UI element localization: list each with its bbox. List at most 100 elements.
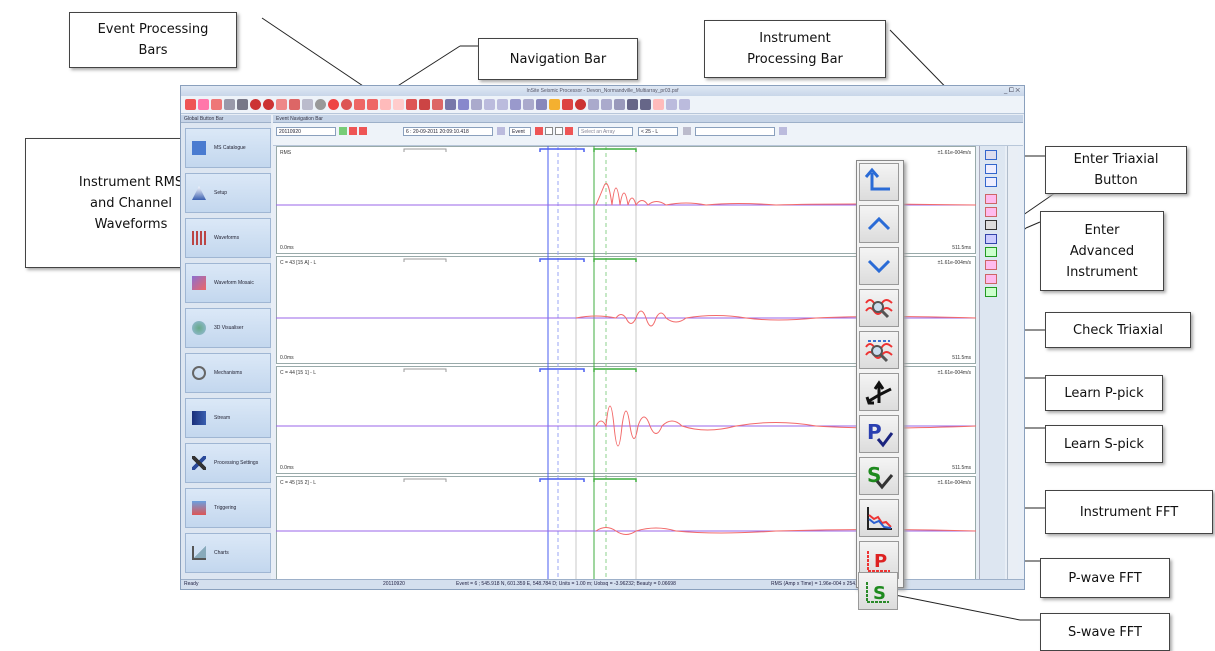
tool-icon[interactable] xyxy=(484,99,495,110)
tool-icon[interactable] xyxy=(445,99,456,110)
enter-advanced-instrument-button[interactable] xyxy=(859,331,899,369)
tool-icon[interactable] xyxy=(588,99,599,110)
p-pick-marker xyxy=(547,146,559,586)
channel-select[interactable]: < 25 - L xyxy=(638,127,678,136)
tool-icon[interactable] xyxy=(432,99,443,110)
search-field[interactable] xyxy=(695,127,775,136)
enter-triaxial-small-icon[interactable] xyxy=(985,194,997,204)
sidebar-item-3d-visualiser[interactable]: 3D Visualiser xyxy=(185,308,271,348)
tool-icon[interactable] xyxy=(354,99,365,110)
tool-icon[interactable] xyxy=(289,99,300,110)
nav-last-icon[interactable] xyxy=(565,127,573,135)
tool-icon[interactable] xyxy=(523,99,534,110)
callout-s-wave-fft: S-wave FFT xyxy=(1040,613,1170,651)
learn-s-pick-button[interactable]: S xyxy=(859,457,899,495)
nav-next-icon[interactable] xyxy=(555,127,563,135)
up-icon[interactable] xyxy=(985,164,997,174)
tool-icon[interactable] xyxy=(250,99,261,110)
tool-icon[interactable] xyxy=(575,99,586,110)
callout-enter-advanced: Enter Advanced Instrument xyxy=(1040,211,1164,291)
sidebar-header: Global Button Bar xyxy=(181,115,271,123)
tool-icon[interactable] xyxy=(367,99,378,110)
sidebar-item-triggering[interactable]: Triggering xyxy=(185,488,271,528)
down-icon[interactable] xyxy=(985,177,997,187)
tool-icon[interactable] xyxy=(302,99,313,110)
s-fft-small-icon[interactable] xyxy=(985,287,997,297)
sidebar-item-setup[interactable]: Setup xyxy=(185,173,271,213)
tool-icon[interactable] xyxy=(224,99,235,110)
tool-icon[interactable] xyxy=(328,99,339,110)
sidebar-item-waveforms[interactable]: Waveforms xyxy=(185,218,271,258)
tool-icon[interactable] xyxy=(497,99,508,110)
enter-triaxial-icon[interactable] xyxy=(985,150,997,160)
status-rms: RMS (Amp x Time) = 1.96e-004 x 254.5 xyxy=(771,581,860,587)
go-icon[interactable] xyxy=(779,127,787,135)
tool-icon[interactable] xyxy=(536,99,547,110)
filter-icon[interactable] xyxy=(497,127,505,135)
nav-up-icon[interactable] xyxy=(349,127,357,135)
event-select[interactable]: 6 : 20-09-2011 20:09:10.418 xyxy=(403,127,493,136)
sidebar-item-stream[interactable]: Stream xyxy=(185,398,271,438)
window-controls[interactable]: _ ⧠ ✕ xyxy=(1004,86,1020,96)
sidebar-item-ms-catalogue[interactable]: MS Catalogue xyxy=(185,128,271,168)
date-select[interactable]: 20110920 xyxy=(276,127,336,136)
sidebar-item-label: Processing Settings xyxy=(214,460,259,466)
check-triaxial-button[interactable] xyxy=(859,373,899,411)
enter-triaxial-button[interactable] xyxy=(859,163,899,201)
next-instrument-button[interactable] xyxy=(859,247,899,285)
nav-first-icon[interactable] xyxy=(545,127,553,135)
nav-down-icon[interactable] xyxy=(359,127,367,135)
tool-icon[interactable] xyxy=(237,99,248,110)
tool-icon[interactable] xyxy=(406,99,417,110)
tool-icon[interactable] xyxy=(458,99,469,110)
tool-icon[interactable] xyxy=(276,99,287,110)
tool-icon[interactable] xyxy=(263,99,274,110)
tool-icon[interactable] xyxy=(198,99,209,110)
sidebar-item-processing-settings[interactable]: Processing Settings xyxy=(185,443,271,483)
tool-icon[interactable] xyxy=(315,99,326,110)
instrument-fft-button[interactable] xyxy=(859,499,899,537)
triggering-icon xyxy=(192,501,206,515)
tool-icon[interactable] xyxy=(471,99,482,110)
fft-small-icon[interactable] xyxy=(985,260,997,270)
check-triaxial-small-icon[interactable] xyxy=(985,220,997,230)
tool-icon[interactable] xyxy=(549,99,560,110)
sort-icon[interactable] xyxy=(683,127,691,135)
tool-icon[interactable] xyxy=(419,99,430,110)
sidebar-item-label: Triggering xyxy=(214,505,237,511)
sidebar-item-label: Setup xyxy=(214,190,228,196)
tool-icon[interactable] xyxy=(562,99,573,110)
svg-text:S: S xyxy=(873,583,886,604)
sidebar-item-waveform-mosaic[interactable]: Waveform Mosaic xyxy=(185,263,271,303)
tool-icon[interactable] xyxy=(341,99,352,110)
tool-icon[interactable] xyxy=(380,99,391,110)
sidebar-item-mechanisms[interactable]: Mechanisms xyxy=(185,353,271,393)
nav-prev-icon[interactable] xyxy=(339,127,347,135)
tool-icon[interactable] xyxy=(666,99,677,110)
learn-s-small-icon[interactable] xyxy=(985,247,997,257)
tool-icon[interactable] xyxy=(601,99,612,110)
vertical-scrollbar[interactable] xyxy=(1007,146,1018,586)
advanced-instrument-small-icon[interactable] xyxy=(985,207,997,217)
event-type-select[interactable]: Event xyxy=(509,127,531,136)
sidebar-item-charts[interactable]: Charts xyxy=(185,533,271,573)
tool-icon[interactable] xyxy=(393,99,404,110)
array-select[interactable]: Select an Array xyxy=(578,127,633,136)
instrument-bar-zoom: P S P xyxy=(856,160,904,588)
status-date: 20110920 xyxy=(383,581,405,587)
p-fft-small-icon[interactable] xyxy=(985,274,997,284)
s-wave-fft-button[interactable]: S xyxy=(858,572,898,610)
tool-icon[interactable] xyxy=(640,99,651,110)
nav-left-icon[interactable] xyxy=(535,127,543,135)
learn-p-small-icon[interactable] xyxy=(985,234,997,244)
enter-triaxial-view-button[interactable] xyxy=(859,289,899,327)
tool-icon[interactable] xyxy=(185,99,196,110)
tool-icon[interactable] xyxy=(510,99,521,110)
tool-icon[interactable] xyxy=(614,99,625,110)
tool-icon[interactable] xyxy=(679,99,690,110)
tool-icon[interactable] xyxy=(627,99,638,110)
tool-icon[interactable] xyxy=(653,99,664,110)
previous-instrument-button[interactable] xyxy=(859,205,899,243)
learn-p-pick-button[interactable]: P xyxy=(859,415,899,453)
tool-icon[interactable] xyxy=(211,99,222,110)
